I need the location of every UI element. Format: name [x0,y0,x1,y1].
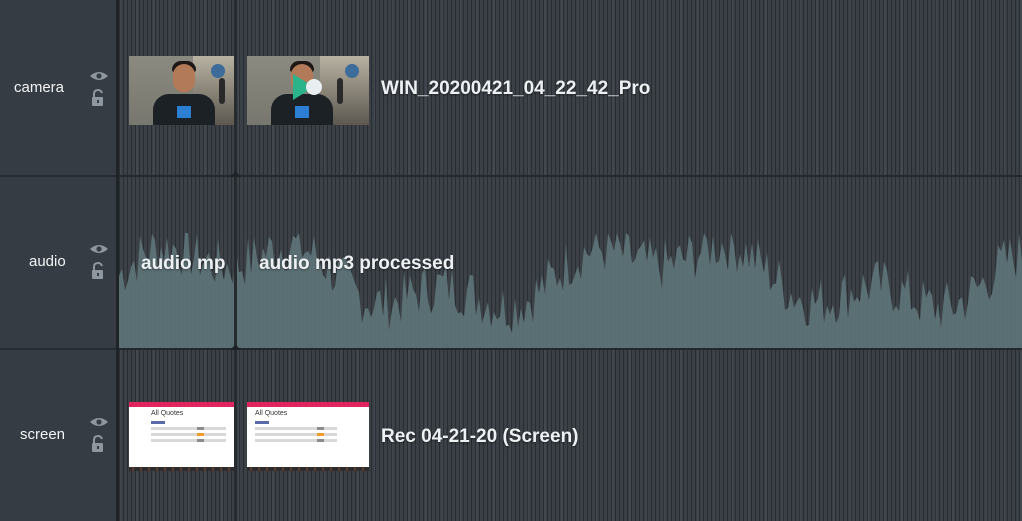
eye-icon[interactable] [89,416,109,428]
eye-icon[interactable] [89,243,109,255]
timeline-panel: camera audio screen WIN_20200421_04_22_4… [0,0,1022,521]
audio-waveform [119,233,1022,348]
track-header-audio[interactable]: audio [0,177,116,350]
lock-icon[interactable] [89,89,109,107]
track-name-screen[interactable]: screen [20,426,65,443]
screen-thumb-title: All Quotes [255,410,288,417]
audio-clip-title[interactable]: audio mp3 processed [259,253,454,275]
track-name-audio[interactable]: audio [29,253,66,270]
clip-split-line[interactable] [234,350,237,521]
track-name-camera[interactable]: camera [14,79,64,96]
audio-clip-short-title[interactable]: audio mp [141,253,225,275]
screen-clip-title[interactable]: Rec 04-21-20 (Screen) [381,426,579,448]
screen-clip-thumbnail[interactable]: All Quotes [247,402,369,471]
lock-icon[interactable] [89,435,109,453]
track-header-screen[interactable]: screen [0,350,116,521]
track-header-camera[interactable]: camera [0,0,116,177]
camera-clip-thumbnail[interactable] [129,56,235,125]
screen-thumb-title: All Quotes [151,410,184,417]
screen-clip-thumbnail[interactable]: All Quotes [129,402,235,471]
track-lane-camera[interactable]: WIN_20200421_04_22_42_Pro [119,0,1022,182]
track-lane-screen[interactable]: All Quotes All Quotes Rec 04-21-20 (Scre… [119,350,1022,521]
track-header-column: camera audio screen [0,0,116,521]
eye-icon[interactable] [89,70,109,82]
camera-clip-title[interactable]: WIN_20200421_04_22_42_Pro [381,78,650,100]
camera-clip-thumbnail[interactable] [247,56,369,125]
waveform-shape [119,233,1022,348]
clip-split-line[interactable] [234,0,237,175]
play-icon[interactable] [290,70,324,104]
lock-icon[interactable] [89,262,109,280]
clip-split-line[interactable] [234,177,237,348]
track-lane-audio[interactable]: audio mp audio mp3 processed [119,177,1022,355]
